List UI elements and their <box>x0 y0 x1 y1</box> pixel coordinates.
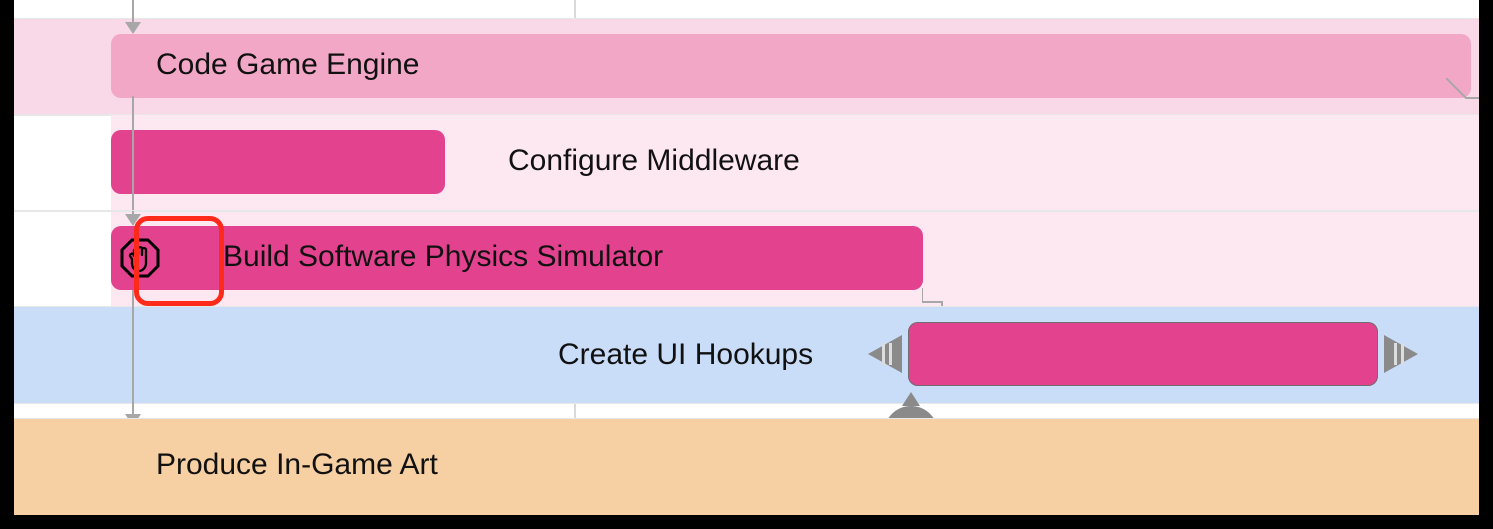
task-bar-ui-hookups[interactable] <box>908 322 1378 386</box>
task-label: Code Game Engine <box>156 48 420 82</box>
dependency-line <box>132 290 134 418</box>
task-bar-configure-middleware[interactable] <box>111 130 445 194</box>
task-label: Produce In-Game Art <box>156 448 438 482</box>
resize-handle-right[interactable] <box>1382 331 1424 377</box>
task-label: Create UI Hookups <box>558 338 813 372</box>
task-label: Configure Middleware <box>508 144 800 178</box>
task-bar-produce-art[interactable]: Produce In-Game Art <box>111 430 1471 502</box>
task-label: Build Software Physics Simulator <box>223 240 663 274</box>
dependency-line <box>132 96 134 216</box>
task-bar-build-physics[interactable]: Build Software Physics Simulator <box>111 226 923 290</box>
resize-handle-left[interactable] <box>862 331 904 377</box>
task-bar-code-engine[interactable]: Code Game Engine <box>111 34 1471 98</box>
stop-hand-icon <box>120 238 160 278</box>
dependency-arrow-icon <box>125 22 141 34</box>
gantt-canvas[interactable]: Code Game Engine Configure Middleware Bu… <box>14 0 1479 515</box>
